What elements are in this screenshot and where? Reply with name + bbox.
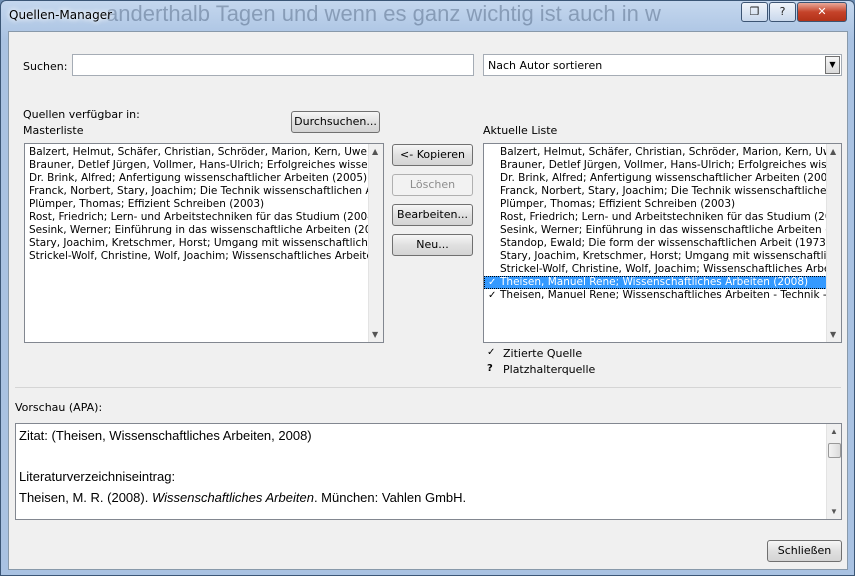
current-list-item[interactable]: Balzert, Helmut, Schäfer, Christian, Sch… <box>484 146 841 159</box>
copy-button[interactable]: <- Kopieren <box>392 144 473 166</box>
placeholder-legend-label: Platzhalterquelle <box>503 363 596 376</box>
title-bar[interactable]: anderthalb Tagen und wenn es ganz wichti… <box>1 1 854 31</box>
help-button[interactable]: ? <box>769 2 796 22</box>
cited-check-icon: ✓ <box>488 290 497 301</box>
current-list-item[interactable]: ✓ Theisen, Manuel Rene; Wissenschaftliche… <box>484 276 841 289</box>
master-list-item[interactable]: Sesink, Werner; Einführung in das wissen… <box>25 224 383 237</box>
current-list-item-text: Franck, Norbert, Stary, Joachim; Die Tec… <box>500 185 842 197</box>
master-list-item[interactable]: Balzert, Helmut, Schäfer, Christian, Sch… <box>25 146 383 159</box>
current-list-rows: Balzert, Helmut, Schäfer, Christian, Sch… <box>484 144 841 302</box>
search-label: Suchen: <box>23 60 67 73</box>
current-scrollbar[interactable]: ▲ ▼ <box>826 144 841 342</box>
chevron-down-icon[interactable]: ▼ <box>825 56 840 74</box>
master-list-label: Masterliste <box>23 124 84 137</box>
current-list-item-text: Sesink, Werner; Einführung in das wissen… <box>500 224 842 236</box>
separator <box>15 387 841 388</box>
current-list-item-text: Plümper, Thomas; Effizient Schreiben (20… <box>500 198 736 210</box>
cited-legend-label: Zitierte Quelle <box>503 347 583 360</box>
master-list-item[interactable]: Plümper, Thomas; Effizient Schreiben (20… <box>25 198 383 211</box>
master-list-item[interactable]: Rost, Friedrich; Lern- und Arbeitstechni… <box>25 211 383 224</box>
scroll-down-icon[interactable]: ▼ <box>830 330 836 339</box>
current-list-item[interactable]: Plümper, Thomas; Effizient Schreiben (20… <box>484 198 841 211</box>
preview-bib-entry: Theisen, M. R. (2008). Wissenschaftliche… <box>19 490 466 505</box>
cited-check-icon: ✓ <box>487 347 496 358</box>
current-list-item-text: Dr. Brink, Alfred; Anfertigung wissensch… <box>500 172 839 184</box>
bib-title: Wissenschaftliches Arbeiten <box>151 490 314 505</box>
new-button[interactable]: Neu... <box>392 234 473 256</box>
dialog-window: anderthalb Tagen und wenn es ganz wichti… <box>0 0 855 576</box>
current-list-item-text: Strickel-Wolf, Christine, Wolf, Joachim;… <box>500 263 842 275</box>
restore-button[interactable]: ❐ <box>741 2 768 22</box>
preview-scroll-thumb[interactable] <box>828 443 841 458</box>
preview-label: Vorschau (APA): <box>15 401 103 414</box>
background-document-text: anderthalb Tagen und wenn es ganz wichti… <box>106 1 661 26</box>
master-list-item[interactable]: Strickel-Wolf, Christine, Wolf, Joachim;… <box>25 250 383 263</box>
scroll-down-icon[interactable]: ▼ <box>372 330 378 339</box>
sort-select-value: Nach Autor sortieren <box>488 59 603 72</box>
master-list-item[interactable]: Brauner, Detlef Jürgen, Vollmer, Hans-Ul… <box>25 159 383 172</box>
bib-publisher: . München: Vahlen GmbH. <box>313 490 467 505</box>
current-list-item[interactable]: Rost, Friedrich; Lern- und Arbeitstechni… <box>484 211 841 224</box>
current-list-item-text: Theisen, Manuel Rene; Wissenschaftliches… <box>500 276 809 288</box>
edit-button[interactable]: Bearbeiten... <box>392 204 473 226</box>
current-list-item-text: Theisen, Manuel Rene; Wissenschaftliches… <box>500 289 842 301</box>
master-list-item[interactable]: Dr. Brink, Alfred; Anfertigung wissensch… <box>25 172 383 185</box>
current-list-label: Aktuelle Liste <box>483 124 558 137</box>
current-list-item[interactable]: Stary, Joachim, Kretschmer, Horst; Umgan… <box>484 250 841 263</box>
current-list-item-text: Brauner, Detlef Jürgen, Vollmer, Hans-Ul… <box>500 159 842 171</box>
placeholder-question-icon: ? <box>487 363 493 374</box>
master-list-item[interactable]: Franck, Norbert, Stary, Joachim; Die Tec… <box>25 185 383 198</box>
master-list[interactable]: Balzert, Helmut, Schäfer, Christian, Sch… <box>24 143 384 343</box>
restore-icon: ❐ <box>749 5 760 18</box>
window-title: Quellen-Manager <box>9 8 113 22</box>
search-input[interactable] <box>72 54 474 76</box>
scroll-down-icon[interactable]: ▼ <box>830 507 838 516</box>
close-icon: ✕ <box>817 5 827 18</box>
preview-bib-label: Literaturverzeichniseintrag: <box>19 469 176 484</box>
delete-button[interactable]: Löschen <box>392 174 473 196</box>
cited-check-icon: ✓ <box>488 277 497 288</box>
preview-citation: Zitat: (Theisen, Wissenschaftliches Arbe… <box>19 428 312 443</box>
current-list-item[interactable]: Sesink, Werner; Einführung in das wissen… <box>484 224 841 237</box>
current-list[interactable]: Balzert, Helmut, Schäfer, Christian, Sch… <box>483 143 842 343</box>
current-list-item-text: Stary, Joachim, Kretschmer, Horst; Umgan… <box>500 250 842 262</box>
preview-box[interactable]: Zitat: (Theisen, Wissenschaftliches Arbe… <box>15 423 842 520</box>
master-list-rows: Balzert, Helmut, Schäfer, Christian, Sch… <box>25 144 383 263</box>
help-icon: ? <box>779 5 786 18</box>
close-window-button[interactable]: ✕ <box>797 2 847 22</box>
current-list-item[interactable]: Franck, Norbert, Stary, Joachim; Die Tec… <box>484 185 841 198</box>
current-list-item-text: Rost, Friedrich; Lern- und Arbeitstechni… <box>500 211 842 223</box>
browse-button[interactable]: Durchsuchen... <box>291 111 380 133</box>
dialog-client-area: Suchen: Nach Autor sortieren ▼ Quellen v… <box>8 31 848 570</box>
master-scrollbar[interactable]: ▲ ▼ <box>368 144 383 342</box>
current-list-item[interactable]: Standop, Ewald; Die form der wissenschaf… <box>484 237 841 250</box>
scroll-up-icon[interactable]: ▲ <box>830 427 838 436</box>
scroll-up-icon[interactable]: ▲ <box>372 147 378 156</box>
sort-select[interactable]: Nach Autor sortieren ▼ <box>483 54 842 76</box>
current-list-item-text: Standop, Ewald; Die form der wissenschaf… <box>500 237 830 249</box>
current-list-item[interactable]: Strickel-Wolf, Christine, Wolf, Joachim;… <box>484 263 841 276</box>
current-list-item[interactable]: Brauner, Detlef Jürgen, Vollmer, Hans-Ul… <box>484 159 841 172</box>
scroll-up-icon[interactable]: ▲ <box>830 147 836 156</box>
current-list-item[interactable]: Dr. Brink, Alfred; Anfertigung wissensch… <box>484 172 841 185</box>
current-list-item[interactable]: ✓ Theisen, Manuel Rene; Wissenschaftliche… <box>484 289 841 302</box>
master-source-label: Quellen verfügbar in: <box>23 108 140 121</box>
close-button[interactable]: Schließen <box>767 540 842 562</box>
search-label-text: Suchen: <box>23 60 68 73</box>
master-list-item[interactable]: Stary, Joachim, Kretschmer, Horst; Umgan… <box>25 237 383 250</box>
preview-scrollbar[interactable]: ▲ ▼ <box>826 424 841 519</box>
current-list-item-text: Balzert, Helmut, Schäfer, Christian, Sch… <box>500 146 842 158</box>
bib-author: Theisen, M. R. (2008). <box>19 490 152 505</box>
